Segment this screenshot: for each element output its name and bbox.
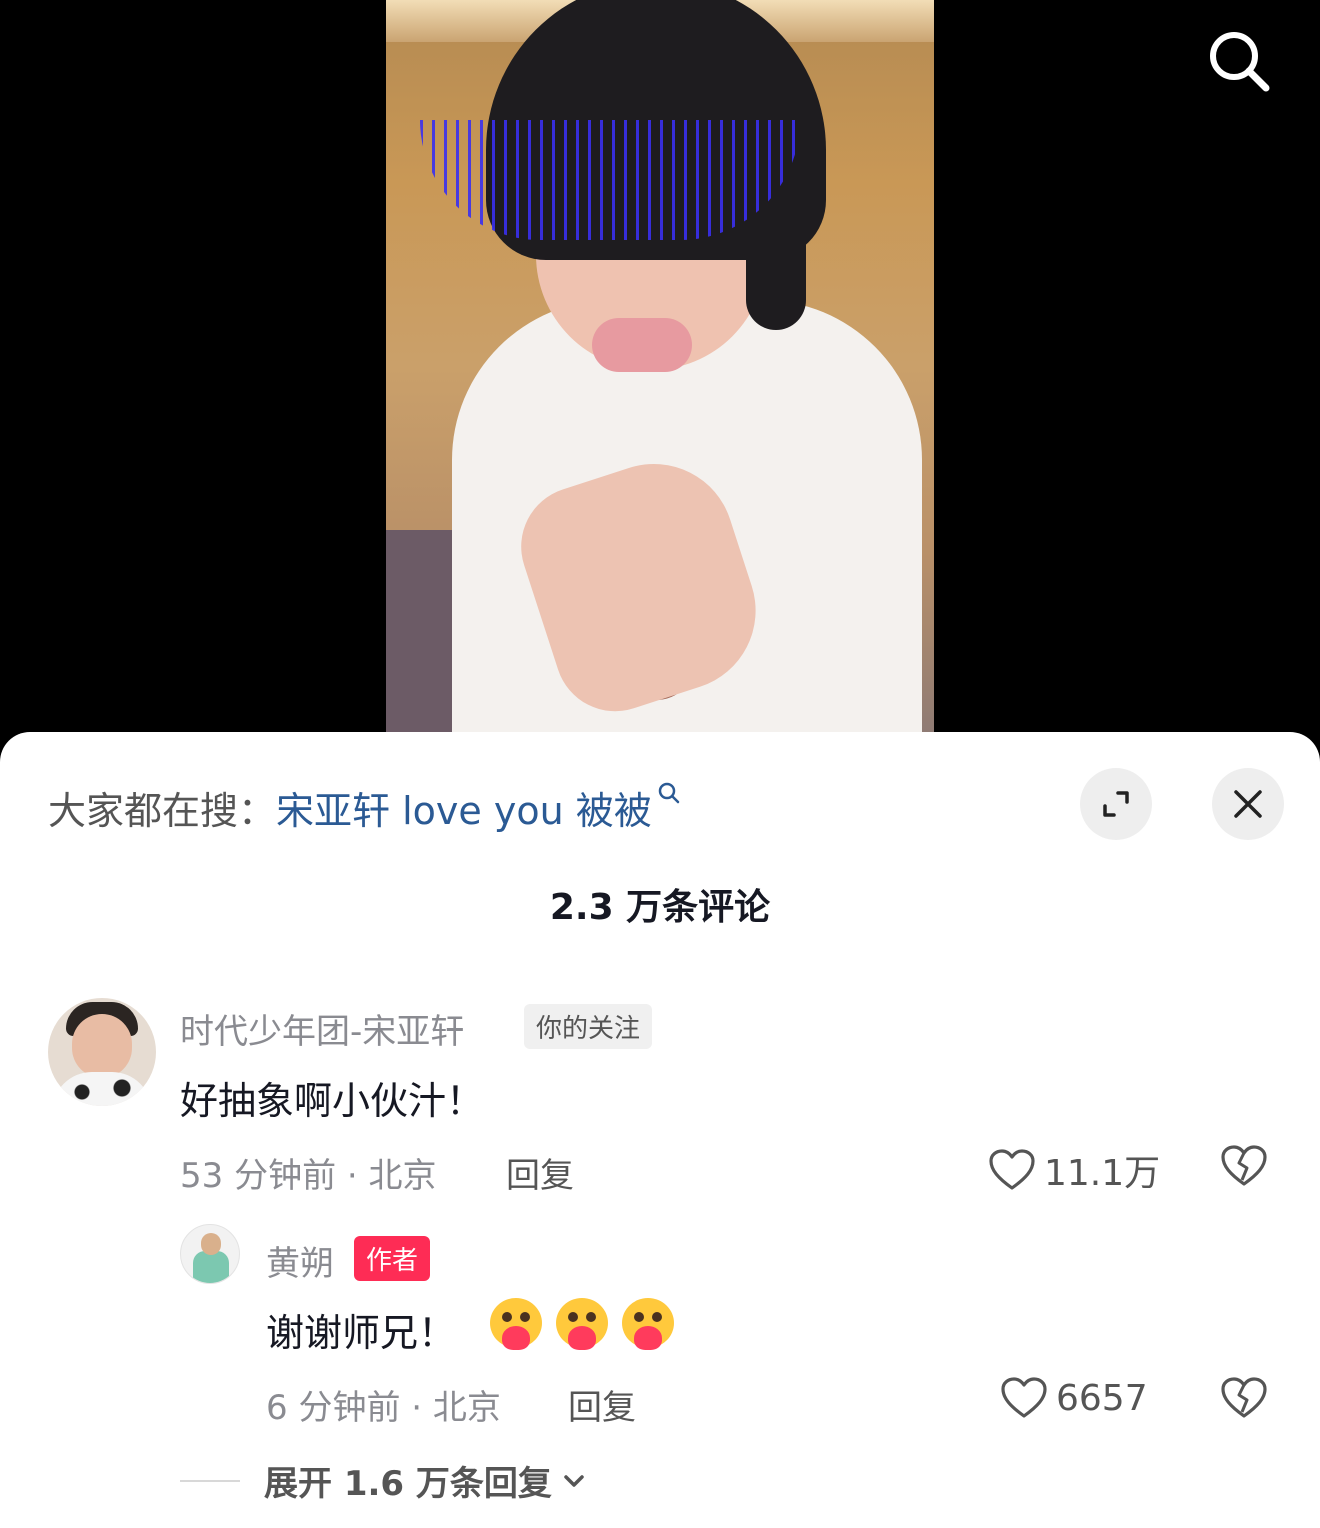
video-player[interactable] [0,0,1320,760]
heart-hug-emoji-icon [618,1296,678,1354]
search-button[interactable] [1204,26,1274,96]
heart-icon [989,1149,1035,1190]
avatar-shirt [52,1072,152,1106]
hot-search-term[interactable]: 宋亚轩 love you 被被 [276,789,652,833]
hot-search-link[interactable]: 大家都在搜：宋亚轩 love you 被被 [48,780,682,835]
avatar-body [193,1251,229,1283]
emoji-row [486,1296,678,1354]
reply-username[interactable]: 黄朔 [266,1236,334,1285]
avatar[interactable] [48,998,156,1106]
comment-sheet: 大家都在搜：宋亚轩 love you 被被 2.3 万条评论 时代少年团-宋亚轩… [0,732,1320,1528]
search-small-icon [658,782,679,804]
author-badge: 作者 [354,1236,431,1281]
avatar-face [72,1014,132,1078]
expand-icon [1103,791,1129,817]
video-lash-filter [420,120,800,240]
heart-hug-emoji-icon [552,1296,612,1354]
dislike-button[interactable] [1220,1376,1268,1424]
like-button[interactable]: 6657 [1000,1376,1148,1420]
like-count: 11.1万 [1044,1153,1161,1194]
search-icon [1210,32,1270,92]
broken-heart-icon [1221,1377,1267,1418]
video-frame[interactable] [386,0,934,732]
comment-username[interactable]: 时代少年团-宋亚轩 [180,1004,464,1053]
video-lips [592,318,692,372]
hot-search-prefix: 大家都在搜： [48,789,277,833]
divider [180,1479,240,1482]
broken-heart-icon [1221,1145,1267,1186]
heart-hug-emoji-icon [486,1296,546,1354]
comment-meta: 53 分钟前 · 北京 [180,1156,437,1196]
avatar-head [201,1233,221,1255]
close-sheet-button[interactable] [1212,768,1284,840]
comment-text[interactable]: 好抽象啊小伙汁！ [180,1070,484,1125]
expand-sheet-button[interactable] [1080,768,1152,840]
like-count: 6657 [1056,1377,1148,1419]
comment-count-title: 2.3 万条评论 [549,887,771,928]
expand-replies-label: 展开 1.6 万条回复 [264,1464,552,1504]
reply-button[interactable]: 回复 [568,1380,636,1429]
expand-replies-button[interactable]: 展开 1.6 万条回复 [180,1456,588,1505]
reply-text[interactable]: 谢谢师兄！ [266,1302,456,1357]
chevron-down-icon [564,1474,584,1487]
like-button[interactable]: 11.1万 [988,1144,1160,1196]
avatar[interactable] [180,1224,240,1284]
heart-icon [1001,1377,1047,1418]
dislike-button[interactable] [1220,1144,1268,1192]
close-icon [1234,790,1262,818]
following-badge: 你的关注 [524,1004,653,1049]
reply-meta: 6 分钟前 · 北京 [266,1388,501,1428]
reply-button[interactable]: 回复 [506,1148,574,1197]
